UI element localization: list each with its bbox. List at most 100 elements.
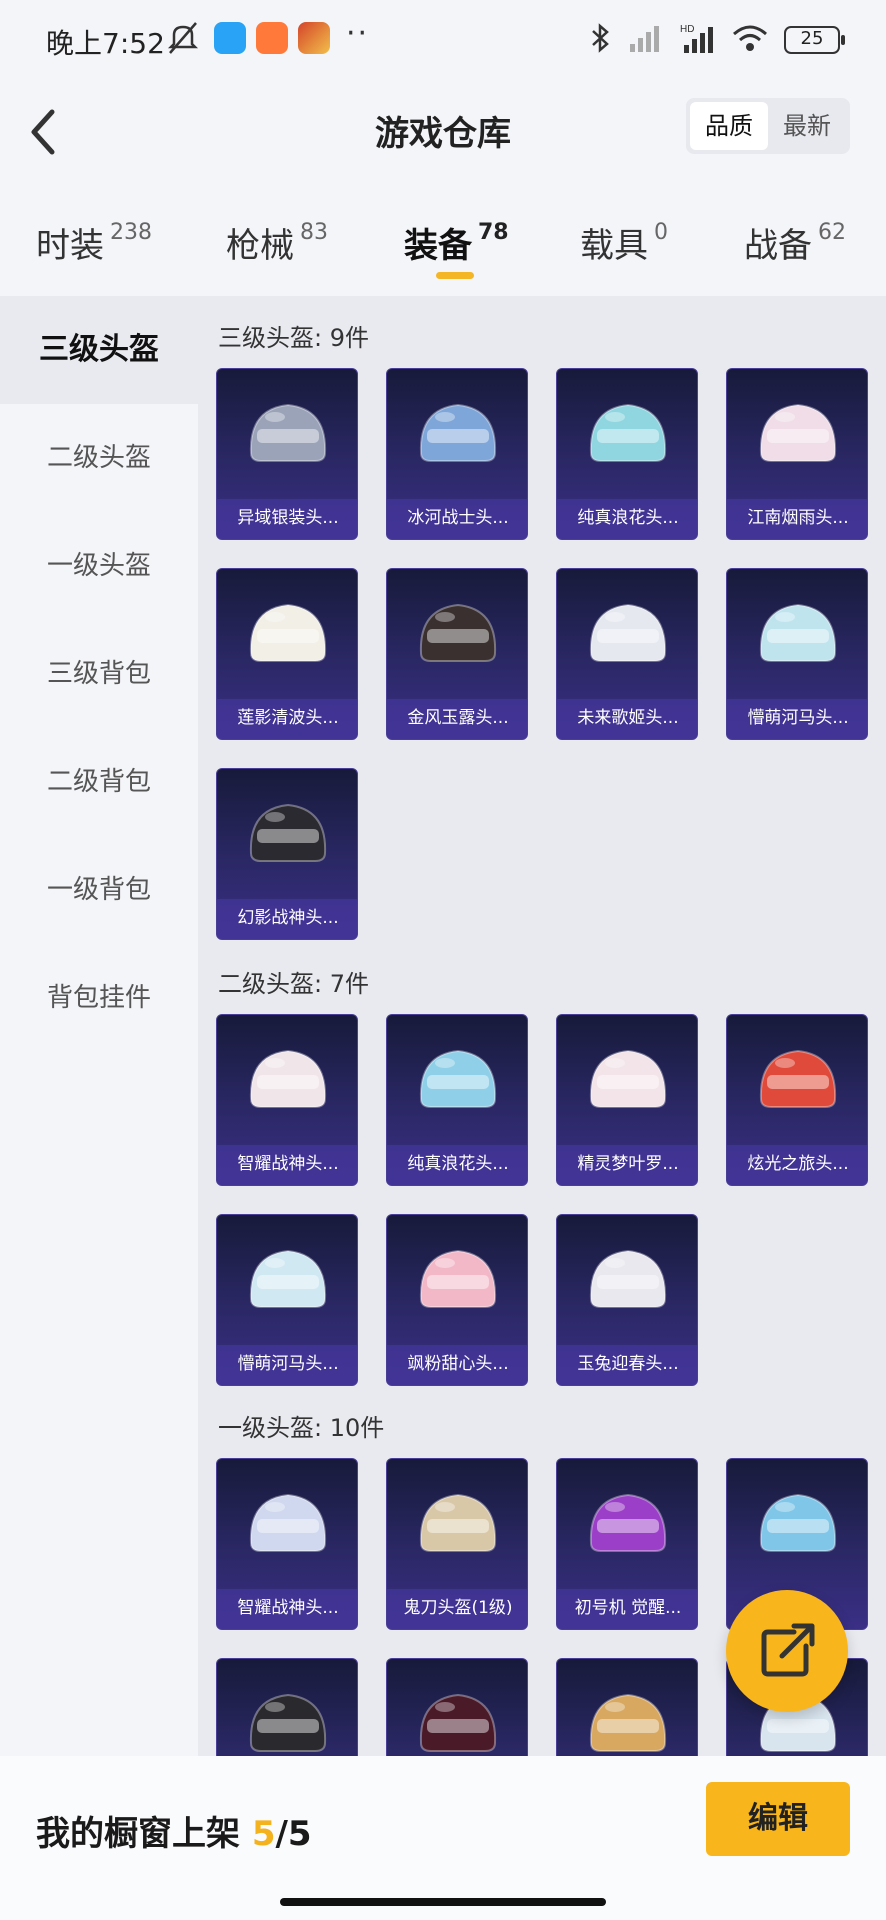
item-card[interactable]: 金风玉露头... [386,568,528,740]
item-card-label: 纯真浪花头... [387,1145,527,1185]
sidebar-item-backpack-charm[interactable]: 背包挂件 [0,944,198,1052]
item-card[interactable]: 纯真浪花头... [386,1014,528,1186]
item-card-label: 炫光之旅头... [727,1145,867,1185]
item-card-label: 玉兔迎春头... [557,1345,697,1385]
helmet-icon [419,1049,497,1108]
section-title: 三级头盔: 9件 [218,324,369,352]
helmet-icon [589,1249,667,1308]
share-button[interactable] [726,1590,848,1712]
tab-count: 238 [110,220,152,245]
tab-equipment[interactable]: 装备 78 [404,218,509,267]
section-title: 二级头盔: 7件 [218,970,369,998]
sidebar-item-level3-backpack[interactable]: 三级背包 [0,620,198,728]
sort-option-latest[interactable]: 最新 [768,102,846,150]
tab-count: 0 [654,220,668,245]
item-card[interactable] [386,1658,528,1756]
tab-firearms[interactable]: 枪械 83 [226,218,328,267]
sidebar-item-level2-helmet[interactable]: 二级头盔 [0,404,198,512]
item-card-label: 精灵梦叶罗... [557,1145,697,1185]
signal-icon-1 [628,24,664,56]
tab-label: 枪械 [226,226,294,266]
item-card-label: 江南烟雨头... [727,499,867,539]
item-card-label: 未来歌姬头... [557,699,697,739]
status-time: 晚上7:52 [46,27,165,60]
sidebar-item-level2-backpack[interactable]: 二级背包 [0,728,198,836]
item-card[interactable]: 精灵梦叶罗... [556,1014,698,1186]
helmet-icon [249,1049,327,1108]
helmet-icon [419,1493,497,1552]
item-card[interactable]: 飒粉甜心头... [386,1214,528,1386]
svg-text:HD: HD [680,24,694,35]
sidebar-item-level3-helmet[interactable]: 三级头盔 [0,296,198,404]
helmet-icon [589,1493,667,1552]
status-bar: 晚上7:52 ·· HD 25 [0,0,886,80]
showcase-total-count: /5 [275,1814,312,1854]
item-card-label: 冰河战士头... [387,499,527,539]
sidebar: 三级头盔 二级头盔 一级头盔 三级背包 二级背包 一级背包 背包挂件 [0,296,198,1756]
signal-icon-2: HD [680,23,716,57]
home-indicator[interactable] [280,1898,606,1906]
tab-count: 83 [300,220,328,245]
helmet-icon [419,1693,497,1752]
tab-vehicles[interactable]: 载具 0 [580,218,668,267]
section-title: 一级头盔: 10件 [218,1414,385,1442]
item-card[interactable]: 莲影清波头... [216,568,358,740]
item-card-label: 飒粉甜心头... [387,1345,527,1385]
item-card-label: 纯真浪花头... [557,499,697,539]
helmet-icon [249,403,327,462]
item-card[interactable]: 幻影战神头... [216,768,358,940]
sidebar-item-level1-backpack[interactable]: 一级背包 [0,836,198,944]
item-card-label: 金风玉露头... [387,699,527,739]
helmet-icon [249,1493,327,1552]
item-card-label: 幻影战神头... [217,899,357,939]
helmet-icon [589,403,667,462]
item-card[interactable]: 智耀战神头... [216,1458,358,1630]
item-card[interactable]: 未来歌姬头... [556,568,698,740]
item-card-label: 懵萌河马头... [727,699,867,739]
helmet-icon [759,403,837,462]
helmet-icon [249,603,327,662]
item-card[interactable] [556,1658,698,1756]
sidebar-item-level1-helmet[interactable]: 一级头盔 [0,512,198,620]
item-card[interactable]: 初号机 觉醒... [556,1458,698,1630]
tab-fashion[interactable]: 时装 238 [36,218,152,267]
item-card-label: 智耀战神头... [217,1589,357,1629]
item-card[interactable]: 炫光之旅头... [726,1014,868,1186]
item-grid: 三级头盔: 9件 二级头盔: 7件 一级头盔: 10件 异域银装头... 冰河战士… [198,296,886,1756]
share-icon [761,1623,815,1677]
tab-label: 装备 [404,226,472,266]
helmet-icon [419,1249,497,1308]
app-icon-blue [214,22,246,54]
item-card[interactable]: 玉兔迎春头... [556,1214,698,1386]
edit-button[interactable]: 编辑 [706,1782,850,1856]
helmet-icon [589,603,667,662]
item-card[interactable] [216,1658,358,1756]
sort-option-quality[interactable]: 品质 [690,102,768,150]
item-card-label: 初号机 觉醒... [557,1589,697,1629]
helmet-icon [249,803,327,862]
item-card[interactable]: 鬼刀头盔(1级) [386,1458,528,1630]
battery-icon: 25 [784,26,845,54]
item-card[interactable]: 江南烟雨头... [726,368,868,540]
showcase-status: 我的橱窗上架 5/5 [36,1806,312,1855]
tab-label: 战备 [744,226,812,266]
helmet-icon [589,1693,667,1752]
showcase-current-count: 5 [251,1814,276,1854]
app-icon-orange [256,22,288,54]
helmet-icon [419,403,497,462]
category-tabs: 时装 238 枪械 83 装备 78 载具 0 战备 62 [0,206,886,296]
item-card[interactable]: 懵萌河马头... [726,568,868,740]
item-card[interactable]: 纯真浪花头... [556,368,698,540]
item-card-label: 懵萌河马头... [217,1345,357,1385]
helmet-icon [589,1049,667,1108]
helmet-icon [249,1249,327,1308]
more-notifications-icon: ·· [346,16,370,51]
item-card[interactable]: 智耀战神头... [216,1014,358,1186]
helmet-icon [759,1049,837,1108]
item-card[interactable]: 异域银装头... [216,368,358,540]
active-tab-indicator [436,272,474,279]
wifi-icon [732,24,768,56]
item-card[interactable]: 冰河战士头... [386,368,528,540]
item-card[interactable]: 懵萌河马头... [216,1214,358,1386]
tab-combat-gear[interactable]: 战备 62 [744,218,846,267]
